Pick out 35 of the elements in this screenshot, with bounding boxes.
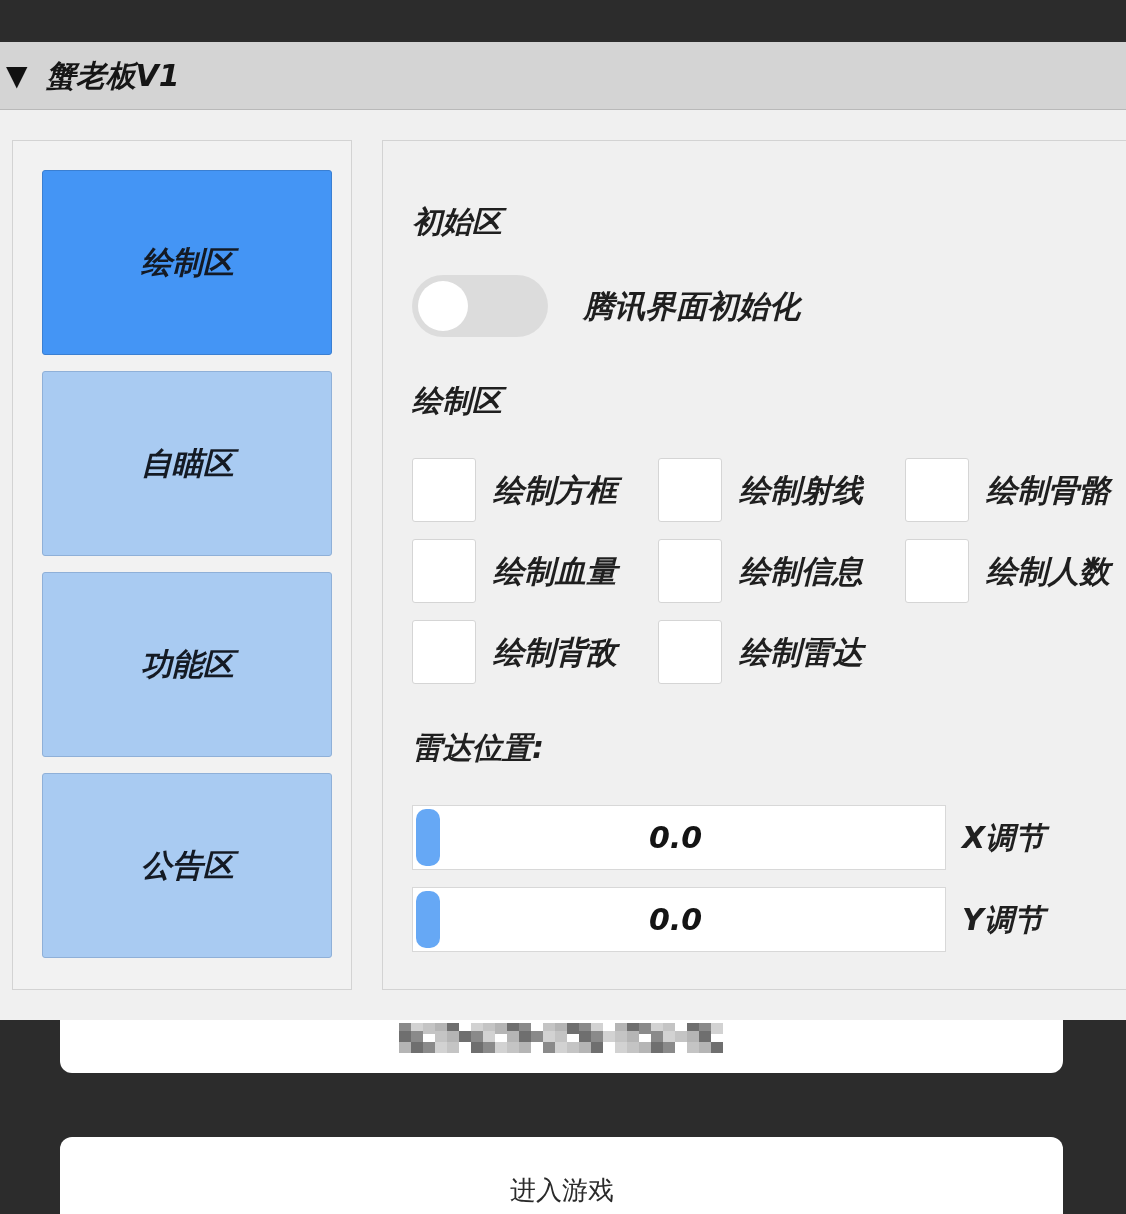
slider-value: 0.0: [647, 900, 704, 939]
checkbox[interactable]: [412, 539, 476, 603]
enter-game-button[interactable]: 进入游戏: [60, 1137, 1063, 1214]
checkbox-label: 绘制信息: [738, 552, 865, 591]
checkbox-label: 绘制射线: [738, 471, 865, 510]
checkbox-label: 绘制血量: [492, 551, 625, 591]
checkbox[interactable]: [412, 458, 476, 522]
collapse-toggle[interactable]: ▼: [6, 58, 28, 93]
checkbox-label: 绘制背敌: [492, 632, 625, 672]
slider-track[interactable]: 0.0: [412, 805, 946, 870]
checkbox-label: 绘制骨骼: [985, 470, 1118, 510]
section-heading: 初始区: [411, 202, 510, 242]
slider-thumb[interactable]: [416, 809, 440, 866]
checkbox[interactable]: [658, 620, 722, 684]
tab[interactable]: 功能区: [42, 572, 332, 757]
slider-thumb[interactable]: [416, 891, 440, 948]
tab[interactable]: 绘制区: [42, 170, 332, 355]
checkbox-label: 绘制雷达: [738, 632, 871, 672]
checkbox[interactable]: [658, 458, 722, 522]
checkbox[interactable]: [905, 539, 969, 603]
section-heading: 绘制区: [411, 381, 510, 421]
checkbox[interactable]: [658, 539, 722, 603]
checkbox[interactable]: [905, 458, 969, 522]
checkbox-label: 绘制方框: [492, 470, 625, 510]
slider-value: 0.0: [647, 818, 704, 857]
checkbox-label: 绘制人数: [985, 551, 1118, 591]
slider-track[interactable]: 0.0: [412, 887, 946, 952]
tab[interactable]: 自瞄区: [42, 371, 332, 556]
window-title: 蟹老板V1: [44, 56, 181, 95]
checkbox[interactable]: [412, 620, 476, 684]
slider-label: Y调节: [961, 899, 1052, 940]
slider-label: X调节: [961, 817, 1054, 858]
section-heading: 雷达位置:: [411, 729, 545, 767]
tab[interactable]: 公告区: [42, 773, 332, 958]
switch-label: 腾讯界面初始化: [582, 286, 808, 326]
